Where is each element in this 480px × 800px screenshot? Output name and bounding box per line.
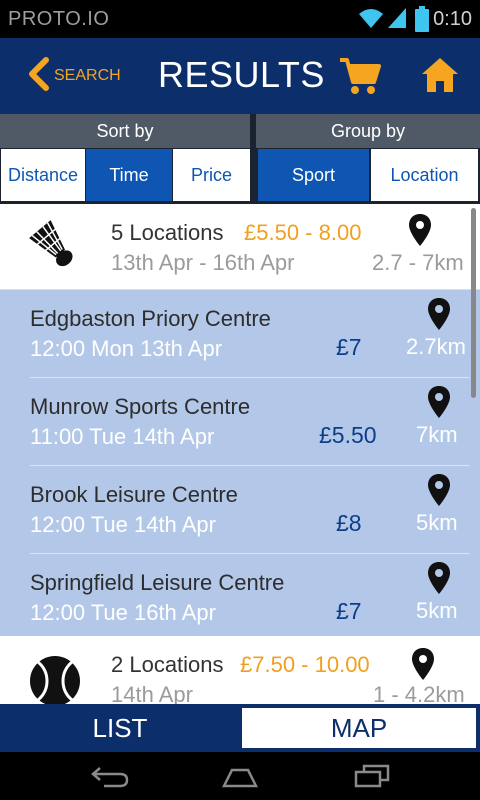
cart-icon — [338, 58, 382, 100]
map-pin-icon — [428, 474, 450, 511]
recent-apps-icon[interactable] — [352, 764, 392, 793]
venue-row[interactable]: Brook Leisure Centre 12:00 Tue 14th Apr … — [30, 466, 470, 554]
view-tabs: LIST MAP — [0, 704, 480, 752]
date-range: 13th Apr - 16th Apr — [111, 250, 295, 275]
scrollbar[interactable] — [471, 208, 476, 398]
shuttlecock-icon — [26, 218, 82, 279]
venue-name: Brook Leisure Centre — [30, 482, 238, 507]
venue-row[interactable]: Munrow Sports Centre 11:00 Tue 14th Apr … — [30, 378, 470, 466]
venue-distance: 5km — [416, 510, 458, 535]
distance-range: 1 - 4.2km — [373, 682, 465, 704]
venue-time: 12:00 Tue 16th Apr — [30, 600, 216, 625]
map-pin-icon — [428, 386, 450, 423]
tennis-ball-icon — [28, 654, 82, 704]
group-location-button[interactable]: Location — [371, 149, 478, 201]
venue-time: 12:00 Mon 13th Apr — [30, 336, 223, 361]
location-count: 5 Locations — [111, 220, 224, 245]
back-search-button[interactable]: SEARCH — [26, 56, 121, 96]
venue-row[interactable]: Springfield Leisure Centre 12:00 Tue 16t… — [30, 554, 470, 642]
venue-distance: 5km — [416, 598, 458, 623]
price-range: £5.50 - 8.00 — [244, 220, 362, 245]
sport-group-summary[interactable]: 2 Locations £7.50 - 10.00 14th Apr 1 - 4… — [0, 636, 480, 704]
venue-row[interactable]: Edgbaston Priory Centre 12:00 Mon 13th A… — [30, 290, 470, 378]
signal-icon — [386, 6, 408, 35]
sort-time-button[interactable]: Time — [86, 149, 172, 201]
tab-list[interactable]: LIST — [2, 708, 238, 748]
venue-name: Edgbaston Priory Centre — [30, 306, 271, 331]
map-pin-icon — [428, 298, 450, 335]
system-nav-bar — [0, 752, 480, 800]
venue-time: 12:00 Tue 14th Apr — [30, 512, 216, 537]
back-nav-icon[interactable] — [90, 764, 130, 793]
chevron-left-icon — [26, 56, 50, 96]
map-pin-icon — [412, 648, 434, 685]
clock: 0:10 — [433, 8, 472, 30]
cart-button[interactable] — [338, 56, 382, 101]
venue-list: Edgbaston Priory Centre 12:00 Mon 13th A… — [0, 290, 480, 636]
app-header: SEARCH RESULTS — [0, 38, 480, 114]
venue-distance: 2.7km — [406, 334, 466, 359]
venue-price: £5.50 — [319, 422, 377, 448]
sort-distance-button[interactable]: Distance — [1, 149, 85, 201]
location-count: 2 Locations — [111, 652, 224, 677]
page-title: RESULTS — [158, 54, 325, 95]
sort-price-button[interactable]: Price — [173, 149, 250, 201]
carrier-label: PROTO.IO — [8, 8, 110, 30]
map-pin-icon — [428, 562, 450, 599]
venue-price: £8 — [336, 510, 362, 536]
price-range: £7.50 - 10.00 — [240, 652, 370, 677]
battery-icon — [415, 6, 429, 37]
back-label: SEARCH — [54, 67, 121, 84]
venue-price: £7 — [336, 334, 362, 360]
sport-group-summary[interactable]: 5 Locations £5.50 - 8.00 13th Apr - 16th… — [0, 204, 480, 290]
status-bar: PROTO.IO 0:10 — [0, 0, 480, 38]
home-button[interactable] — [420, 56, 460, 99]
distance-range: 2.7 - 7km — [372, 250, 464, 275]
venue-distance: 7km — [416, 422, 458, 447]
date-range: 14th Apr — [111, 682, 193, 704]
home-nav-icon[interactable] — [220, 764, 260, 793]
venue-name: Munrow Sports Centre — [30, 394, 251, 419]
tab-map[interactable]: MAP — [242, 708, 476, 748]
venue-time: 11:00 Tue 14th Apr — [30, 424, 215, 449]
group-sport-button[interactable]: Sport — [258, 149, 369, 201]
venue-price: £7 — [336, 598, 362, 624]
sort-group-controls: Sort by Group by Distance Time Price Spo… — [0, 114, 480, 204]
sort-by-heading: Sort by — [0, 114, 250, 148]
wifi-icon — [358, 6, 384, 35]
results-list: 5 Locations £5.50 - 8.00 13th Apr - 16th… — [0, 204, 480, 704]
group-by-heading: Group by — [256, 114, 480, 148]
map-pin-icon — [409, 214, 431, 251]
home-icon — [420, 58, 460, 98]
venue-name: Springfield Leisure Centre — [30, 570, 285, 595]
